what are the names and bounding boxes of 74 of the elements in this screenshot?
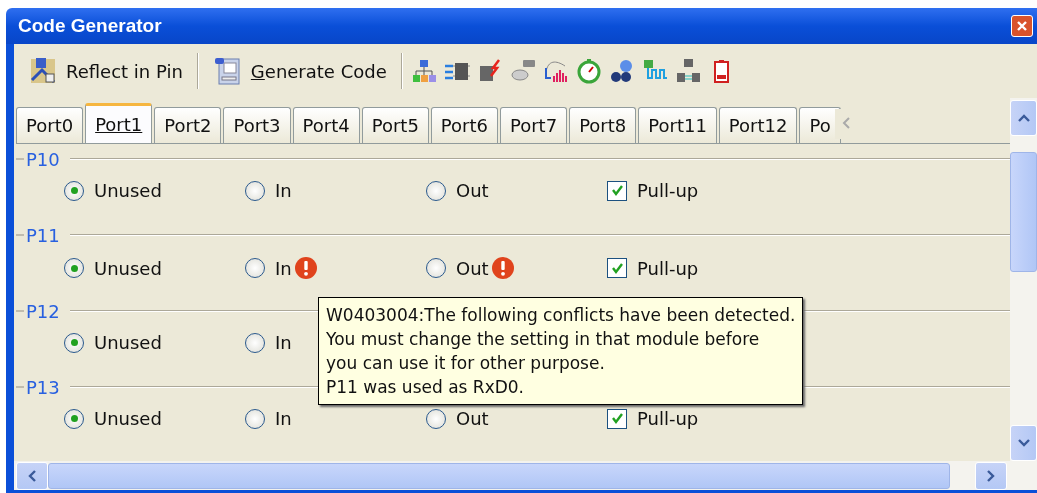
checkbox[interactable] (607, 258, 627, 278)
radio-button[interactable] (64, 408, 84, 429)
checkbox[interactable] (607, 180, 627, 201)
scroll-up-button[interactable] (1010, 100, 1037, 136)
radio-button[interactable] (426, 258, 446, 278)
hierarchy-icon[interactable] (410, 58, 437, 84)
option-label: Pull-up (637, 257, 699, 279)
port-tab[interactable]: Port8 (569, 107, 637, 143)
port-tab[interactable]: Port12 (718, 107, 798, 143)
tooltip-text: P11 was used as RxD0. (326, 376, 525, 399)
scroll-thumb[interactable] (48, 462, 950, 489)
option-label: In (275, 332, 292, 353)
chevron-down-icon (1016, 438, 1031, 448)
waveform-bars-icon[interactable] (542, 58, 569, 84)
scroll-down-button[interactable] (1010, 425, 1037, 461)
port-tab[interactable]: Port2 (154, 107, 222, 143)
checkbox[interactable] (607, 408, 627, 429)
pin-group-label: P11 (26, 224, 60, 246)
radio-button[interactable] (64, 180, 84, 201)
scroll-right-button[interactable] (975, 461, 1007, 490)
close-icon (1016, 20, 1028, 32)
reflect-in-pin-button[interactable]: Reflect in Pin (22, 51, 189, 91)
radio-button[interactable] (64, 258, 84, 278)
horizontal-scrollbar[interactable] (6, 461, 1037, 493)
chips-icon[interactable] (674, 58, 701, 84)
tooltip-text: W0403004:The following conflicts have been detected. (326, 304, 796, 327)
chevron-up-icon (1016, 113, 1031, 123)
option-label: In (275, 408, 292, 429)
tooltip-text: you can use it for other purpose. (326, 352, 606, 375)
option-label: Unused (94, 180, 162, 201)
option-label: Pull-up (637, 180, 699, 201)
port-tab[interactable]: Port1 (85, 103, 153, 143)
port-tab[interactable]: Port3 (223, 107, 291, 143)
checkmark-icon (610, 184, 624, 197)
radio-button[interactable] (426, 180, 446, 201)
checkmark-icon (610, 412, 624, 425)
checkmark-icon (610, 261, 624, 275)
radio-button[interactable] (426, 408, 446, 429)
stopwatch-icon[interactable] (575, 58, 602, 84)
close-button[interactable] (1011, 15, 1033, 37)
scroll-left-button[interactable] (16, 461, 48, 490)
option-label: Unused (94, 257, 162, 279)
tooltip-text: You must change the setting in that module before (326, 328, 761, 351)
pin-group-label: P12 (26, 300, 60, 322)
scroll-thumb[interactable] (1010, 152, 1037, 272)
radio-button[interactable] (245, 332, 265, 353)
option-label: Unused (94, 332, 162, 353)
generate-code-button[interactable]: Generate Code (206, 51, 393, 91)
port-tab[interactable]: Port0 (16, 107, 84, 143)
option-label: Out (456, 408, 489, 429)
port-tab[interactable]: Port6 (430, 107, 498, 143)
option-label: Out (456, 180, 489, 201)
option-label: Out (456, 257, 489, 279)
pin-group-label: P10 (26, 148, 60, 170)
radio-button[interactable] (64, 332, 84, 353)
chevron-right-icon (986, 468, 996, 483)
pin-diagram-icon (28, 56, 58, 86)
code-device-icon (212, 56, 243, 86)
option-label: Unused (94, 408, 162, 429)
port-tab[interactable]: Port7 (500, 107, 568, 143)
pin-group-label: P13 (26, 376, 60, 398)
option-label: In (275, 180, 292, 201)
radio-button[interactable] (245, 408, 265, 429)
port-tab[interactable]: Port5 (361, 107, 429, 143)
window-title: Code Generator (18, 15, 162, 37)
chevron-left-icon (840, 115, 851, 130)
option-label: Pull-up (637, 408, 699, 429)
option-label: In (275, 257, 292, 279)
chevron-left-icon (27, 468, 37, 483)
radio-button[interactable] (245, 258, 265, 278)
port-tab[interactable]: Port11 (638, 107, 717, 143)
vertical-scrollbar[interactable] (1010, 98, 1037, 461)
radio-button[interactable] (245, 180, 265, 201)
port-tab[interactable]: Port4 (292, 107, 360, 143)
